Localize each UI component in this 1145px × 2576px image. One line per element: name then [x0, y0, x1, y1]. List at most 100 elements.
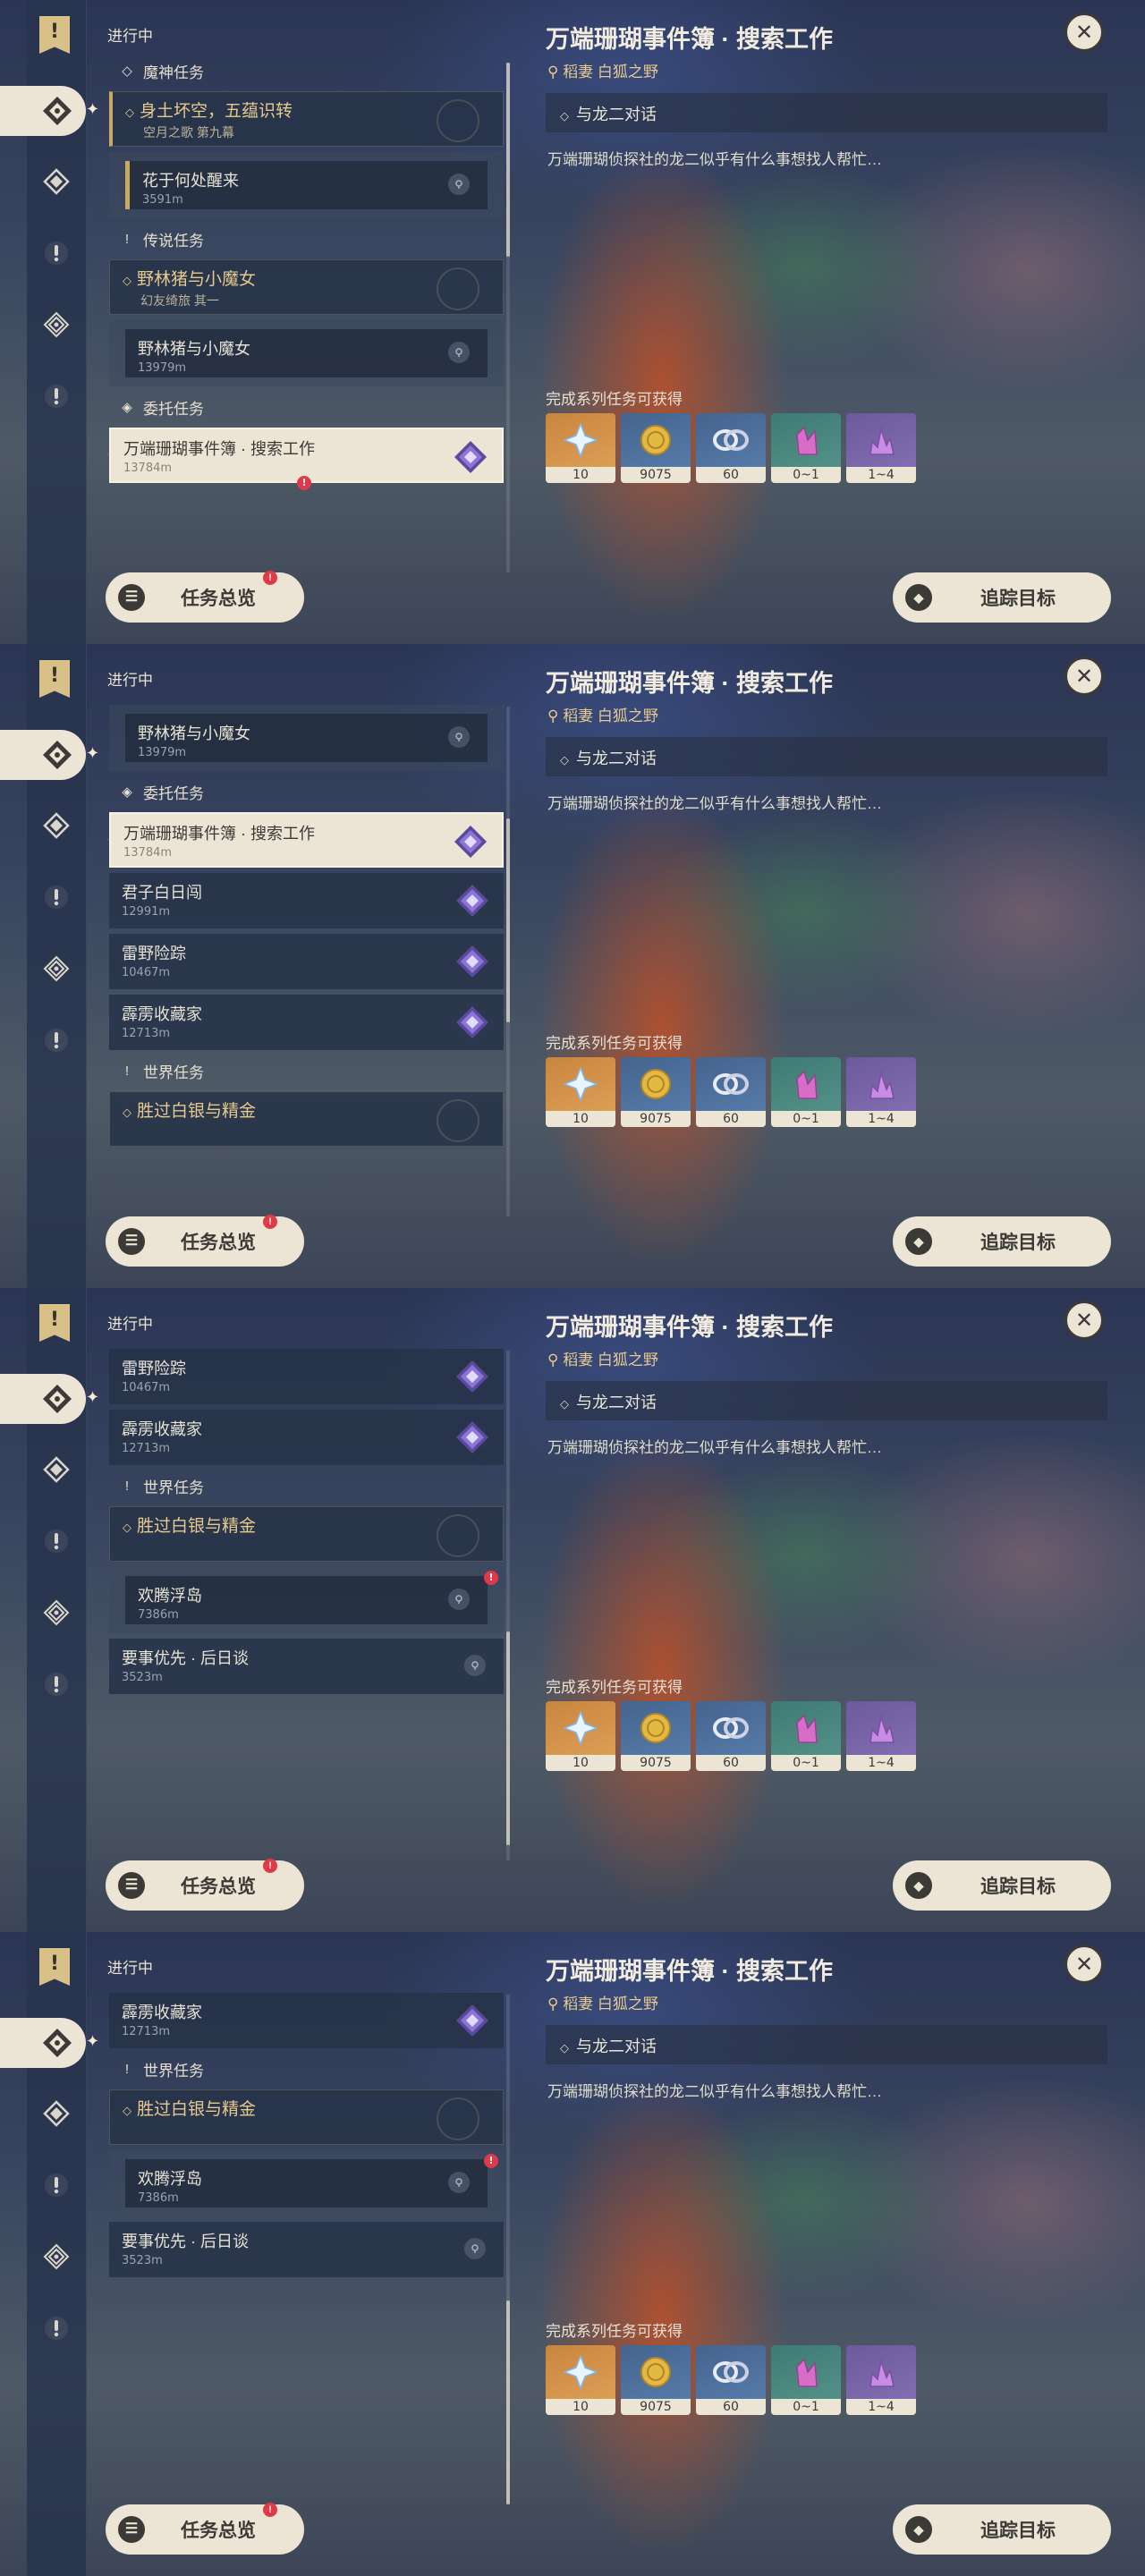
- rail-tab-archon[interactable]: [0, 86, 86, 136]
- quest-overview-button[interactable]: ☰ 任务总览 !: [106, 1215, 304, 1267]
- close-button[interactable]: ✕: [1064, 13, 1104, 52]
- quest-panel: ! ✦ 进行中 ◇ 魔神任务 ◇ 身土坏空，五蕴识转 空月之歌 第九幕 花于何处醒来 359…: [0, 0, 1145, 644]
- reward-crystal-chunk[interactable]: 0~1: [771, 1057, 841, 1127]
- main-quest-item[interactable]: ◇ 胜过白银与精金: [109, 2089, 504, 2145]
- rail-tab-world[interactable]: [34, 1018, 79, 1063]
- rail-tab-story[interactable]: [34, 1447, 79, 1492]
- rail-tab-legend[interactable]: [34, 1519, 79, 1563]
- rail-tab-world[interactable]: [34, 1662, 79, 1707]
- reward-crystal-shard[interactable]: 1~4: [846, 1057, 916, 1127]
- reward-adventure-exp[interactable]: 10: [546, 1057, 615, 1127]
- scrollbar-thumb[interactable]: [506, 818, 510, 1023]
- rail-tab-legend[interactable]: [34, 875, 79, 919]
- reward-mora[interactable]: 9075: [621, 1057, 691, 1127]
- close-button[interactable]: ✕: [1064, 1301, 1104, 1340]
- rail-tab-commission[interactable]: [34, 946, 79, 991]
- quest-overview-button[interactable]: ☰ 任务总览 !: [106, 571, 304, 623]
- track-target-button[interactable]: ◆ 追踪目标: [893, 1216, 1111, 1267]
- reward-crystal-shard[interactable]: 1~4: [846, 413, 916, 483]
- quest-list[interactable]: ◇ 魔神任务 ◇ 身土坏空，五蕴识转 空月之歌 第九幕 花于何处醒来 3591m! 传说任务 ◇…: [107, 55, 505, 581]
- track-target-button[interactable]: ◆ 追踪目标: [893, 572, 1111, 623]
- reward-crystal-chunk[interactable]: 0~1: [771, 413, 841, 483]
- quest-list[interactable]: 雷野险踪 10467m 霹雳收藏家 12713m! 世界任务 ◇ 胜过白银与精金 欢腾浮岛 73…: [107, 1343, 505, 1869]
- main-quest-item[interactable]: ◇ 野林猪与小魔女 幻友绮旅 其一: [109, 259, 504, 315]
- commission-quest-item[interactable]: 雷野险踪 10467m: [109, 1349, 504, 1404]
- reward-count: 9075: [621, 1755, 691, 1771]
- reward-mora[interactable]: 9075: [621, 2345, 691, 2415]
- overview-label: 任务总览: [181, 1877, 256, 1897]
- sub-quest-item[interactable]: 花于何处醒来 3591m: [109, 152, 504, 218]
- reward-mora[interactable]: 9075: [621, 1701, 691, 1771]
- rail-tab-archon[interactable]: [0, 2018, 86, 2068]
- close-button[interactable]: ✕: [1064, 657, 1104, 696]
- sub-quest-card[interactable]: 花于何处醒来 3591m: [125, 161, 488, 209]
- scrollbar-thumb[interactable]: [506, 1631, 510, 1845]
- commission-quest-item[interactable]: 万端珊瑚事件簿 · 搜索工作 13784m ▶: [107, 812, 504, 868]
- rail-tab-story[interactable]: [34, 2091, 79, 2136]
- quest-title: 雷野险踪: [122, 945, 186, 962]
- rail-tab-archon[interactable]: [0, 730, 86, 780]
- commission-quest-item[interactable]: 万端珊瑚事件簿 · 搜索工作 13784m ▶!: [107, 428, 504, 490]
- rail-tab-legend[interactable]: [34, 2163, 79, 2207]
- rail-tab-commission[interactable]: [34, 1590, 79, 1635]
- reward-companionship-exp[interactable]: 60: [696, 1057, 766, 1127]
- navigate-pin-icon[interactable]: [464, 1655, 486, 1676]
- reward-crystal-chunk[interactable]: 0~1: [771, 2345, 841, 2415]
- navigate-pin-icon[interactable]: [448, 726, 470, 748]
- quest-overview-button[interactable]: ☰ 任务总览 !: [106, 2503, 304, 2555]
- rail-tab-story[interactable]: [34, 803, 79, 848]
- main-quest-item[interactable]: ◇ 身土坏空，五蕴识转 空月之歌 第九幕: [109, 91, 504, 147]
- reward-companionship-exp[interactable]: 60: [696, 1701, 766, 1771]
- quest-item[interactable]: 要事优先 · 后日谈 3523m: [109, 1639, 504, 1694]
- track-target-button[interactable]: ◆ 追踪目标: [893, 1860, 1111, 1911]
- sub-quest-item[interactable]: 野林猪与小魔女 13979m: [109, 705, 504, 771]
- reward-crystal-shard[interactable]: 1~4: [846, 1701, 916, 1771]
- reward-adventure-exp[interactable]: 10: [546, 2345, 615, 2415]
- sub-quest-card[interactable]: 野林猪与小魔女 13979m: [125, 329, 488, 377]
- commission-quest-item[interactable]: 霹雳收藏家 12713m: [109, 1410, 504, 1465]
- close-button[interactable]: ✕: [1064, 1945, 1104, 1984]
- sub-quest-card[interactable]: 野林猪与小魔女 13979m: [125, 714, 488, 762]
- quest-list[interactable]: 霹雳收藏家 12713m! 世界任务 ◇ 胜过白银与精金 欢腾浮岛 7386m! 要事优先 ·…: [107, 1987, 505, 2513]
- commission-quest-item[interactable]: 君子白日闯 12991m: [109, 873, 504, 928]
- reward-companionship-exp[interactable]: 60: [696, 2345, 766, 2415]
- main-quest-item[interactable]: ◇ 胜过白银与精金: [109, 1091, 504, 1147]
- commission-quest-item[interactable]: 霹雳收藏家 12713m: [109, 1993, 504, 2048]
- reward-crystal-chunk[interactable]: 0~1: [771, 1701, 841, 1771]
- location-pin-icon: ⚲: [547, 1352, 564, 1368]
- commission-quest-item[interactable]: 雷野险踪 10467m: [109, 934, 504, 989]
- reward-adventure-exp[interactable]: 10: [546, 1701, 615, 1771]
- quest-list[interactable]: 野林猪与小魔女 13979m ◈ 委托任务万端珊瑚事件簿 · 搜索工作 13784m ▶ 君…: [107, 699, 505, 1225]
- sub-quest-item[interactable]: 欢腾浮岛 7386m!: [109, 1567, 504, 1633]
- reward-crystal-shard[interactable]: 1~4: [846, 2345, 916, 2415]
- rail-tab-archon[interactable]: [0, 1374, 86, 1424]
- rail-tab-world[interactable]: [34, 374, 79, 419]
- navigate-pin-icon[interactable]: [448, 174, 470, 195]
- quest-item[interactable]: 要事优先 · 后日谈 3523m: [109, 2222, 504, 2277]
- sub-quest-item[interactable]: 欢腾浮岛 7386m!: [109, 2150, 504, 2216]
- rail-tab-world[interactable]: [34, 2306, 79, 2351]
- navigate-pin-icon[interactable]: [448, 342, 470, 363]
- commission-quest-item[interactable]: 霹雳收藏家 12713m: [109, 995, 504, 1050]
- rail-tab-story[interactable]: [34, 159, 79, 204]
- rail-tab-commission[interactable]: [34, 302, 79, 347]
- scrollbar-thumb[interactable]: [506, 2301, 510, 2504]
- rail-tab-legend[interactable]: [34, 231, 79, 275]
- quest-distance: 3523m: [122, 2254, 163, 2267]
- sub-quest-card[interactable]: 欢腾浮岛 7386m: [125, 2159, 488, 2207]
- scrollbar-thumb[interactable]: [506, 63, 510, 257]
- sub-quest-item[interactable]: 野林猪与小魔女 13979m: [109, 320, 504, 386]
- main-quest-item[interactable]: ◇ 胜过白银与精金: [109, 1506, 504, 1562]
- reward-mora[interactable]: 9075: [621, 413, 691, 483]
- in-progress-label: 进行中: [107, 672, 153, 689]
- navigate-pin-icon[interactable]: [464, 2238, 486, 2259]
- navigate-pin-icon[interactable]: [448, 2172, 470, 2193]
- track-target-button[interactable]: ◆ 追踪目标: [893, 2504, 1111, 2555]
- quest-overview-button[interactable]: ☰ 任务总览 !: [106, 1859, 304, 1911]
- step-diamond-icon: ◇: [560, 1397, 569, 1411]
- reward-adventure-exp[interactable]: 10: [546, 413, 615, 483]
- rail-tab-commission[interactable]: [34, 2234, 79, 2279]
- navigate-pin-icon[interactable]: [448, 1589, 470, 1610]
- reward-companionship-exp[interactable]: 60: [696, 413, 766, 483]
- sub-quest-card[interactable]: 欢腾浮岛 7386m: [125, 1576, 488, 1624]
